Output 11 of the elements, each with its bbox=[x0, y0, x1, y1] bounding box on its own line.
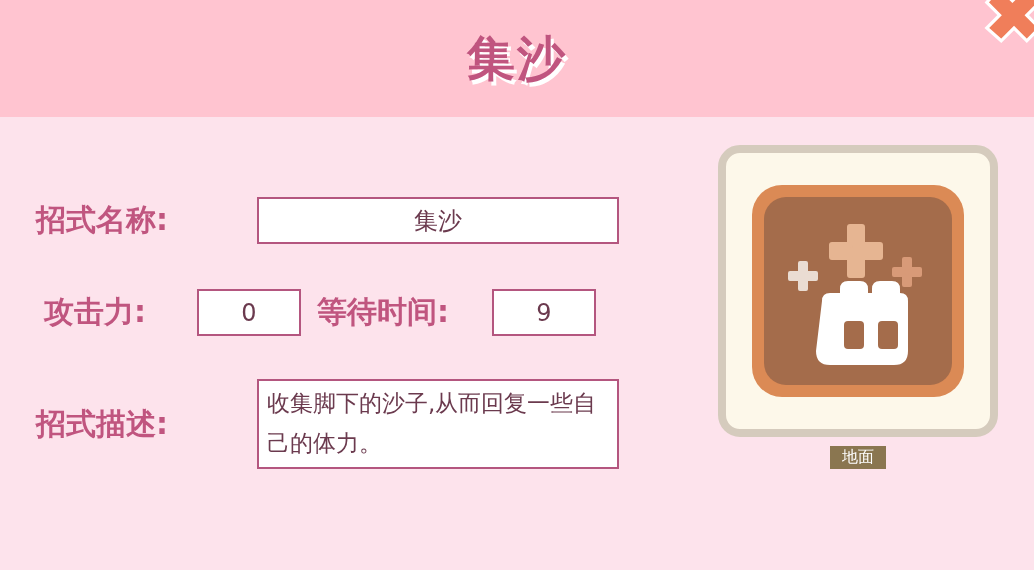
field-label: 招式描述: bbox=[36, 404, 169, 443]
field-label: 等待时间: bbox=[316, 293, 450, 331]
skill-name-field[interactable]: 集沙 bbox=[257, 197, 619, 244]
field-label: 招式名称: bbox=[36, 201, 169, 239]
attack-field[interactable]: 0 bbox=[197, 289, 301, 336]
description-field[interactable]: 收集脚下的沙子,从而回复一些自己的体力。 bbox=[257, 379, 619, 469]
dialog-title: 集沙 bbox=[467, 28, 567, 88]
sand-skill-icon bbox=[750, 183, 966, 399]
type-tag: 地面 bbox=[830, 446, 886, 469]
field-label: 攻击力: bbox=[42, 293, 147, 331]
wait-time-field[interactable]: 9 bbox=[492, 289, 596, 336]
